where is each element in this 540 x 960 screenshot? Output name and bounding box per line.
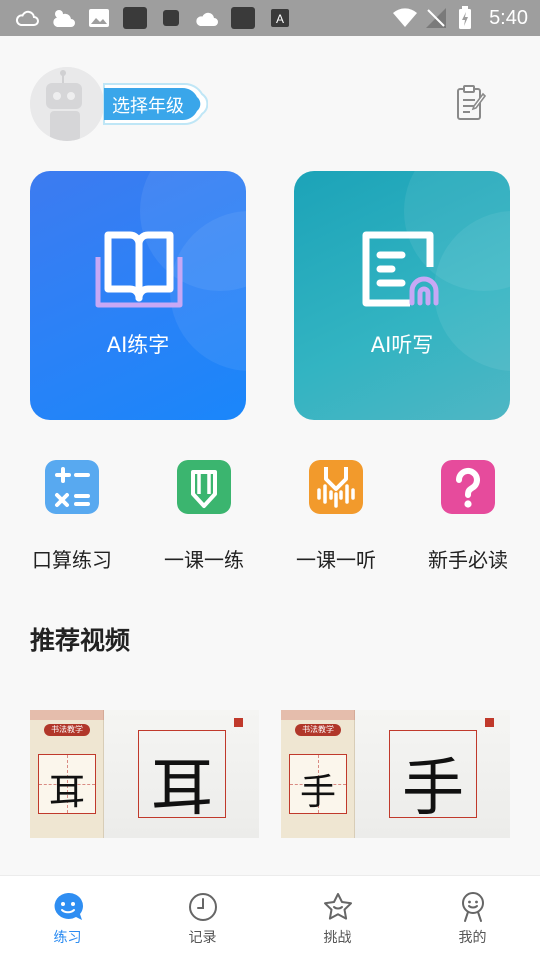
lesson-practice-label: 一课一练 [164, 548, 244, 572]
writing-box: 耳 [138, 730, 226, 824]
textbook-header [281, 710, 355, 720]
small-character: 手 [299, 772, 336, 813]
nav-label-records: 记录 [188, 930, 217, 946]
ai-write-card[interactable]: AI练字 [30, 171, 246, 420]
nav-tab-profile[interactable]: 我的 [405, 876, 540, 960]
practice-grid: 手 [289, 754, 347, 814]
textbook-page: 书法教学 手 [281, 710, 355, 838]
small-character: 耳 [48, 772, 85, 813]
text-app-icon: A [270, 6, 290, 30]
cloud-sun-icon [49, 6, 77, 30]
question-icon [441, 460, 495, 514]
select-grade-button[interactable]: 选择年级 [90, 78, 208, 130]
battery-charging-icon [458, 6, 472, 30]
nav-label-challenge: 挑战 [323, 930, 352, 946]
nav-label-profile: 我的 [458, 930, 487, 946]
oral-calc-label: 口算练习 [32, 548, 112, 572]
textbook-header [30, 710, 104, 720]
star-icon [323, 893, 352, 920]
oral-calc-tool[interactable]: 口算练习 [12, 460, 132, 575]
book-tag: 书法教学 [295, 724, 341, 736]
smile-chat-icon [54, 892, 83, 920]
no-signal-icon [425, 6, 447, 30]
cloud-icon [193, 6, 221, 30]
large-character: 手 [401, 751, 464, 824]
large-character: 耳 [150, 751, 213, 824]
person-icon [461, 892, 484, 922]
brand-logo [234, 718, 247, 728]
lesson-practice-tool[interactable]: 一课一练 [144, 460, 264, 575]
app-icon [230, 6, 256, 30]
document-headphone-icon [362, 231, 439, 307]
app-icon [122, 6, 148, 30]
writing-box: 手 [389, 730, 477, 824]
lesson-listen-label: 一课一听 [296, 548, 376, 572]
audio-download-icon [309, 460, 363, 514]
practice-grid: 耳 [38, 754, 96, 814]
video-thumbnail[interactable]: 书法教学 手 手 [281, 710, 510, 838]
writing-page: 耳 [104, 710, 259, 838]
pencil-icon [177, 460, 231, 514]
open-book-icon [95, 231, 183, 308]
nav-label-practice: 练习 [53, 930, 82, 946]
status-time: 5:40 [489, 7, 528, 29]
clock-icon [188, 893, 217, 921]
svg-text:A: A [276, 12, 284, 26]
writing-page: 手 [355, 710, 510, 838]
beginner-guide-tool[interactable]: 新手必读 [408, 460, 528, 575]
ai-dictation-card[interactable]: AI听写 [294, 171, 510, 420]
wifi-icon [392, 6, 418, 30]
select-grade-label: 选择年级 [112, 96, 184, 117]
square-icon [162, 6, 180, 30]
textbook-page: 书法教学 耳 [30, 710, 104, 838]
beginner-guide-label: 新手必读 [428, 548, 508, 572]
nav-tab-practice[interactable]: 练习 [0, 876, 135, 960]
ai-write-label: AI练字 [106, 333, 170, 357]
cloud-icon [14, 6, 40, 30]
image-icon [88, 6, 110, 30]
clipboard-edit-icon [457, 85, 487, 120]
brand-logo [485, 718, 498, 728]
status-bar: A 5:40 [0, 0, 540, 36]
nav-tab-records[interactable]: 记录 [135, 876, 270, 960]
section-title: 推荐视频 [30, 626, 131, 655]
nav-tab-challenge[interactable]: 挑战 [270, 876, 405, 960]
ai-dictation-label: AI听写 [370, 333, 434, 357]
notes-button[interactable] [455, 84, 489, 122]
video-thumbnail[interactable]: 书法教学 耳 耳 [30, 710, 259, 838]
book-tag: 书法教学 [44, 724, 90, 736]
calculator-icon [45, 460, 99, 514]
lesson-listen-tool[interactable]: 一课一听 [276, 460, 396, 575]
bottom-nav: 练习 记录 挑战 我的 [0, 875, 540, 960]
